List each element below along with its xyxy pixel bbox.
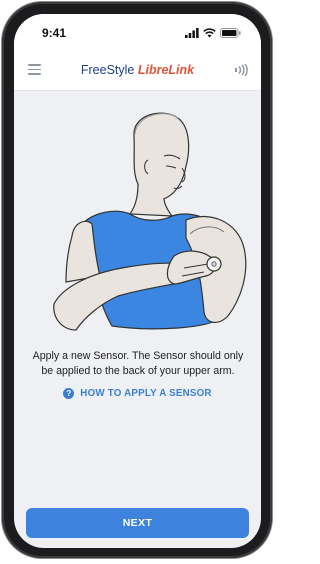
app-logo: FreeStyle LibreLink	[14, 63, 261, 77]
logo-freestyle: FreeStyle	[80, 63, 135, 77]
phone-frame: 9:41 FreeStyle LibreLink Apply a new Sen…	[2, 2, 272, 558]
next-button[interactable]: NEXT	[26, 508, 249, 538]
how-to-apply-sensor-link[interactable]: ? HOW TO APPLY A SENSOR	[14, 388, 261, 399]
signal-icon	[185, 28, 199, 38]
battery-icon	[220, 28, 241, 38]
nfc-scan-icon[interactable]	[235, 64, 249, 76]
status-bar: 9:41	[14, 14, 261, 50]
wifi-icon	[203, 28, 216, 38]
app-header: FreeStyle LibreLink	[14, 50, 261, 91]
app-screen: 9:41 FreeStyle LibreLink Apply a new Sen…	[14, 14, 261, 548]
status-icons	[185, 27, 241, 39]
status-time: 9:41	[42, 26, 67, 40]
instruction-text: Apply a new Sensor. The Sensor should on…	[32, 350, 244, 377]
sensor-application-illustration	[53, 112, 247, 331]
how-to-apply-label: HOW TO APPLY A SENSOR	[80, 388, 212, 399]
logo-librelink: LibreLink	[137, 63, 195, 77]
question-circle-icon: ?	[63, 388, 75, 399]
